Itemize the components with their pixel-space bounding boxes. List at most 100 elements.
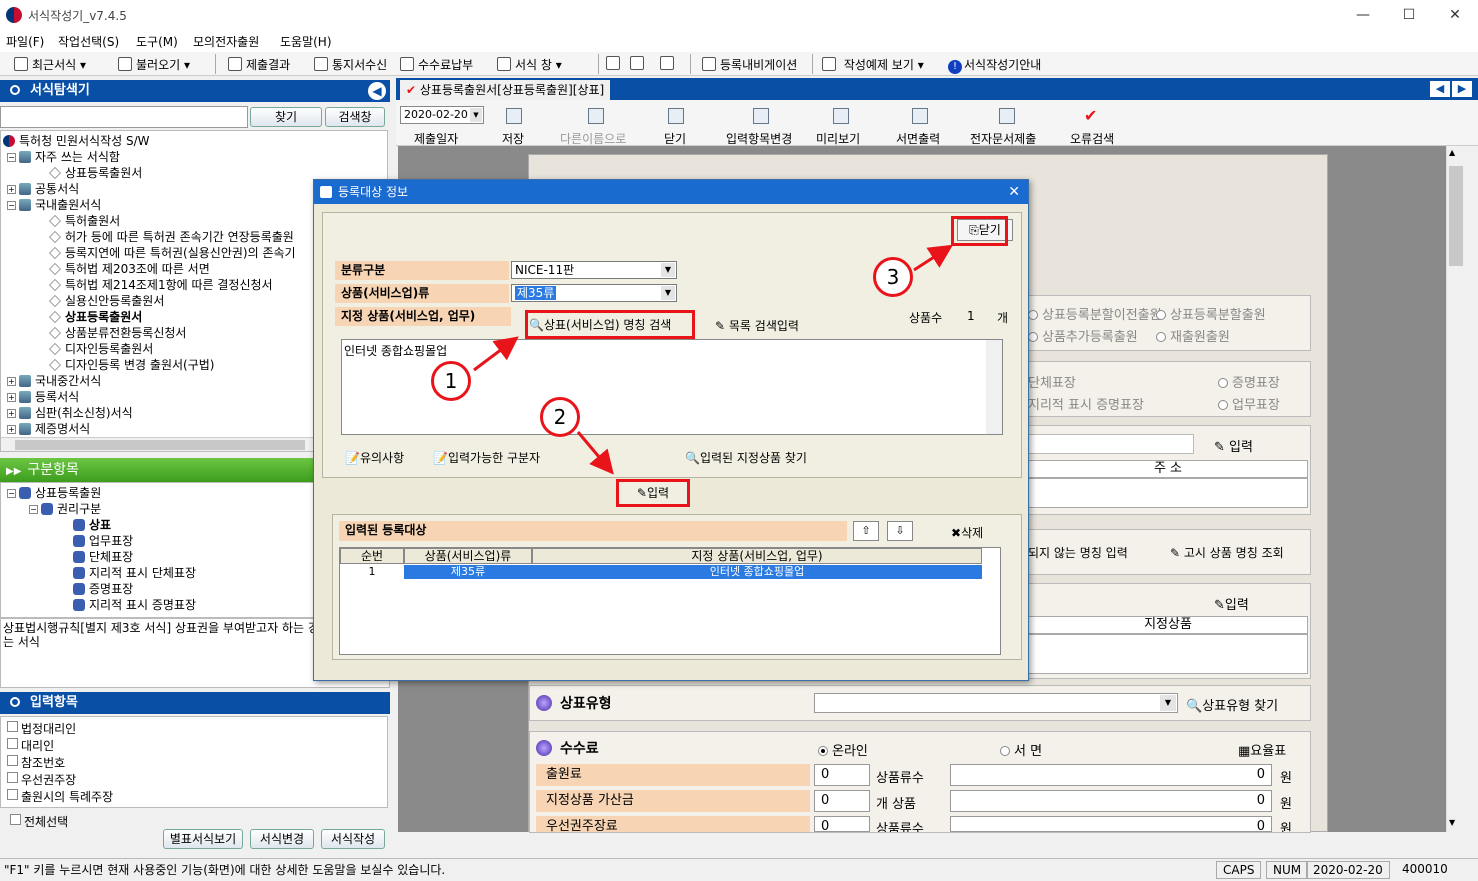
address-list[interactable] <box>1028 478 1308 508</box>
navigation-button[interactable]: 등록내비게이션 <box>702 56 797 73</box>
radio-option[interactable]: 상품추가등록출원 <box>1028 326 1138 345</box>
change-items-button[interactable]: 입력항목변경 <box>726 130 792 147</box>
tree-item[interactable]: + 국내중간서식 <box>7 374 101 389</box>
tree-item[interactable]: 실용신안등록출원서 <box>49 294 164 309</box>
tree-item[interactable]: + 공통서식 <box>7 182 79 197</box>
save-as-icon[interactable] <box>588 108 604 124</box>
tree-item[interactable]: 특허법 제214조제1항에 따른 결정신청서 <box>49 278 273 293</box>
next-arrow-icon[interactable]: ▶ <box>1452 81 1472 97</box>
menu-tools[interactable]: 도구(M) <box>136 33 178 50</box>
menu-task[interactable]: 작업선택(S) <box>58 33 119 50</box>
find-button[interactable]: 찾기 <box>250 107 322 127</box>
maximize-button[interactable]: ☐ <box>1386 0 1432 30</box>
input-item-checkbox[interactable]: 대리인 <box>7 738 54 754</box>
notice-goods-link[interactable]: ✎ 고시 상품 명칭 조회 <box>1170 544 1284 561</box>
form-window-button[interactable]: 서식 창 ▾ <box>497 56 562 73</box>
vertical-scrollbar[interactable]: ▲ ▼ <box>1446 146 1464 832</box>
tree-item[interactable]: − 국내출원서식 <box>7 198 101 213</box>
submit-result-button[interactable]: 제출결과 <box>228 56 290 73</box>
find-entered-goods-button[interactable]: 🔍입력된 지정상품 찾기 <box>685 449 807 466</box>
print-icon[interactable] <box>912 108 928 124</box>
tool-a-icon[interactable] <box>606 56 624 71</box>
grid-cell-no[interactable]: 1 <box>340 565 404 579</box>
fee-count-input[interactable]: 0 <box>814 816 870 832</box>
tree-item[interactable]: 지리적 표시 증명표장 <box>73 598 196 613</box>
tree-item[interactable]: 허가 등에 따른 특허권 존속기간 연장등록출원 <box>49 230 294 245</box>
tree-item[interactable]: 등록지연에 따른 특허권(실용신안권)의 존속기 <box>49 246 296 261</box>
tree-item[interactable]: 업무표장 <box>73 534 133 549</box>
preview-icon[interactable] <box>833 108 849 124</box>
tree-item[interactable]: 특허법 제203조에 따른 서면 <box>49 262 210 277</box>
tree-item[interactable]: 디자인등록 변경 출원서(구법) <box>49 358 214 373</box>
designated-goods-list[interactable] <box>1028 634 1308 674</box>
tree-item[interactable]: 특허출원서 <box>49 214 120 229</box>
radio-option[interactable]: 상표등록분할이전출원 <box>1028 304 1162 323</box>
move-up-icon[interactable]: ⇧ <box>853 521 879 541</box>
close-doc-icon[interactable] <box>668 108 684 124</box>
tree-item[interactable]: + 심판(취소신청)서식 <box>7 406 133 421</box>
fee-pay-button[interactable]: 수수료납부 <box>400 56 473 73</box>
non-listed-input-link[interactable]: 되지 않는 명칭 입력 <box>1028 544 1128 561</box>
guide-button[interactable]: ! 서식작성기안내 <box>948 56 1041 74</box>
online-radio[interactable]: 온라인 <box>818 740 868 759</box>
tree-item[interactable]: − 자주 쓰는 서식함 <box>7 150 120 165</box>
grid-cell-class[interactable]: 제35류 <box>404 565 532 579</box>
notice-receive-button[interactable]: 통지서수신 <box>314 56 387 73</box>
select-all-checkbox[interactable]: 전체선택 <box>10 814 68 830</box>
list-input-button[interactable]: ✎ 목록 검색입력 <box>715 317 799 334</box>
preview-button[interactable]: 미리보기 <box>816 130 860 147</box>
write-form-button[interactable]: 서식작성 <box>321 829 385 849</box>
tree-item[interactable]: 증명표장 <box>73 582 133 597</box>
applicant-input[interactable] <box>1028 434 1194 454</box>
tool-c-icon[interactable] <box>660 56 678 71</box>
fee-amount-input[interactable]: 0 <box>950 816 1272 832</box>
goods-class-select[interactable]: 제35류 ▼ <box>511 284 677 302</box>
tree-item-selected[interactable]: 상표 <box>73 518 111 533</box>
input-link[interactable]: ✎ 입력 <box>1214 436 1253 455</box>
textarea-scrollbar[interactable] <box>986 340 1002 434</box>
input-button[interactable]: ✎입력 <box>616 479 690 507</box>
tool-b-icon[interactable] <box>630 56 648 71</box>
radio-option[interactable]: 단체표장 <box>1028 372 1076 391</box>
submit-date-picker[interactable]: 2020-02-20 ▼ <box>400 106 484 124</box>
e-submit-icon[interactable] <box>999 108 1015 124</box>
input-item-checkbox[interactable]: 출원시의 특례주장 <box>7 789 113 805</box>
save-button[interactable]: 저장 <box>502 130 524 147</box>
change-items-icon[interactable] <box>753 108 769 124</box>
tree-item[interactable]: − 상표등록출원 <box>7 486 101 501</box>
input-link[interactable]: ✎입력 <box>1214 594 1249 613</box>
mark-type-select[interactable]: ▼ <box>814 693 1178 713</box>
collapse-icon[interactable]: ◀ <box>368 82 386 100</box>
error-check-button[interactable]: 오류검색 <box>1070 130 1114 147</box>
example-button[interactable]: 작성예제 보기 ▾ <box>822 56 924 73</box>
class-select[interactable]: NICE-11판 ▼ <box>511 261 677 279</box>
fee-amount-input[interactable]: 0 <box>950 764 1272 786</box>
grid-cell-goods[interactable]: 인터넷 종합쇼핑몰업 <box>532 565 982 579</box>
fee-count-input[interactable]: 0 <box>814 790 870 812</box>
open-button[interactable]: 불러오기 ▾ <box>118 56 190 73</box>
separators-button[interactable]: 📝입력가능한 구분자 <box>433 449 540 466</box>
fee-table-button[interactable]: ▦요율표 <box>1238 740 1286 759</box>
menu-help[interactable]: 도움말(H) <box>280 33 332 50</box>
save-icon[interactable] <box>506 108 522 124</box>
menu-file[interactable]: 파일(F) <box>6 33 44 50</box>
notes-button[interactable]: 📝유의사항 <box>345 449 404 466</box>
input-item-checkbox[interactable]: 우선권주장 <box>7 772 76 788</box>
check-icon[interactable]: ✔ <box>1084 106 1097 125</box>
close-icon[interactable]: ✕ <box>1008 180 1020 204</box>
move-down-icon[interactable]: ⇩ <box>887 521 913 541</box>
radio-option[interactable]: 업무표장 <box>1218 394 1280 413</box>
save-as-button[interactable]: 다른이름으로 <box>560 130 626 147</box>
radio-option[interactable]: 증명표장 <box>1218 372 1280 391</box>
prev-arrow-icon[interactable]: ◀ <box>1430 81 1450 97</box>
menu-mock-filing[interactable]: 모의전자출원 <box>193 33 259 50</box>
tree-item[interactable]: 지리적 표시 단체표장 <box>73 566 196 581</box>
tree-item[interactable]: 디자인등록출원서 <box>49 342 153 357</box>
scroll-thumb[interactable] <box>1449 166 1463 266</box>
mark-type-find-button[interactable]: 🔍상표유형 찾기 <box>1186 695 1278 714</box>
document-tab[interactable]: ✔ 상표등록출원서[상표등록출원][상표] <box>400 80 611 100</box>
paper-radio[interactable]: 서 면 <box>1000 740 1042 759</box>
input-item-checkbox[interactable]: 참조번호 <box>7 755 65 771</box>
scroll-up-icon[interactable]: ▲ <box>1449 148 1455 157</box>
tree-item[interactable]: 상표등록출원서 <box>49 166 142 181</box>
